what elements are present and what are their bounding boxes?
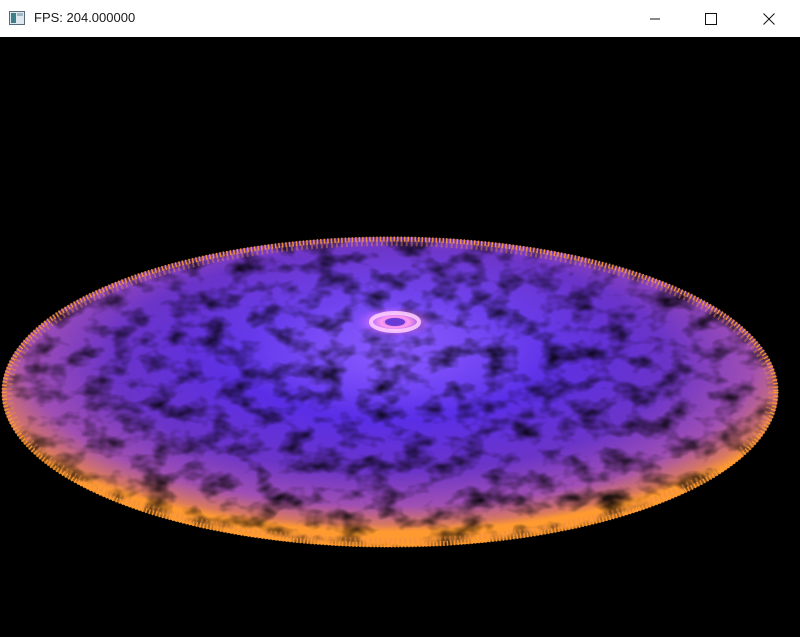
window-title: FPS: 204.000000 [34, 10, 136, 25]
title-bar[interactable]: FPS: 204.000000 [0, 0, 800, 37]
render-viewport[interactable] [0, 37, 800, 637]
application-window: FPS: 204.000000 [0, 0, 800, 637]
minimize-button[interactable] [632, 0, 678, 37]
galaxy-render [1, 236, 779, 548]
close-icon [763, 12, 775, 25]
maximize-icon [705, 12, 717, 25]
disc-mottling [2, 237, 778, 547]
app-window-icon[interactable] [9, 11, 25, 25]
minimize-icon [650, 18, 660, 19]
maximize-button[interactable] [688, 0, 734, 37]
close-button[interactable] [746, 0, 792, 37]
